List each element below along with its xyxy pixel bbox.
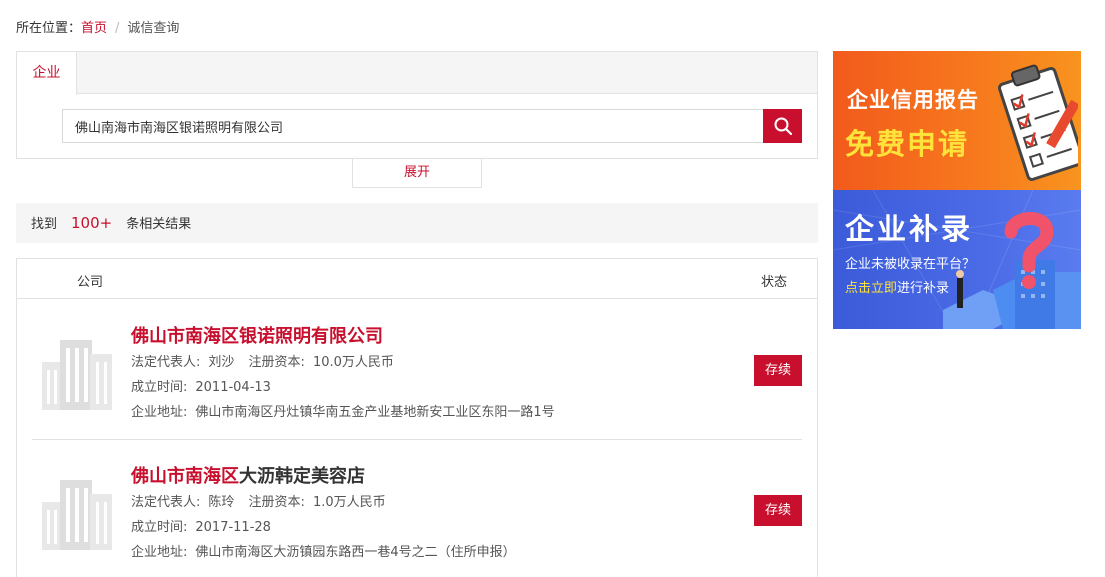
header-company: 公司 (77, 275, 104, 290)
company-address: 企业地址: 佛山市南海区丹灶镇华南五金产业基地新安工业区东阳一路1号 (131, 405, 555, 420)
company-legal-capital: 法定代表人: 刘沙 注册资本: 10.0万人民币 (131, 355, 394, 370)
tab-enterprise[interactable]: 企业 (17, 52, 77, 95)
credit-banner-title: 企业信用报告 (847, 88, 979, 112)
result-count-bar: 找到 100+ 条相关结果 (16, 203, 818, 243)
list-item: 佛山市南海区大沥韩定美容店 法定代表人: 陈玲 注册资本: 1.0万人民币 成立时间… (32, 440, 802, 577)
question-mark-icon (1004, 212, 1054, 289)
credit-report-banner[interactable]: 企业信用报告 免费申请 (833, 51, 1081, 190)
building-icon (42, 340, 112, 410)
building-icon (42, 480, 112, 550)
breadcrumb-separator: / (115, 21, 120, 36)
header-status: 状态 (760, 275, 787, 290)
result-found-suffix: 条相关结果 (126, 217, 192, 232)
breadcrumb-home-link[interactable]: 首页 (81, 21, 107, 36)
search-panel: 企业 (16, 51, 818, 159)
company-address: 企业地址: 佛山市南海区大沥镇园东路西一巷4号之二（住所申报） (131, 545, 516, 560)
supplement-banner[interactable]: 企业补录 企业未被收录在平台？ 点击立即进行补录 (833, 190, 1081, 329)
company-founded: 成立时间: 2017-11-28 (131, 520, 271, 535)
search-icon (774, 117, 792, 136)
tab-bar: 企业 (17, 52, 817, 95)
clipboard-checklist-icon (998, 64, 1078, 181)
result-list: 公司 状态 佛山市南海区银诺照明有限公司 法定代表人: 刘沙 注册资本: 10.0万… (16, 258, 818, 577)
list-header: 公司 状态 (17, 259, 817, 299)
breadcrumb-current: 诚信查询 (127, 21, 180, 36)
result-found-prefix: 找到 (31, 217, 58, 232)
expand-button[interactable]: 展开 (352, 159, 482, 188)
list-item: 佛山市南海区银诺照明有限公司 法定代表人: 刘沙 注册资本: 10.0万人民币 成立… (32, 300, 802, 440)
status-badge: 存续 (754, 495, 802, 526)
status-badge: 存续 (754, 355, 802, 386)
company-legal-capital: 法定代表人: 陈玲 注册资本: 1.0万人民币 (131, 495, 386, 510)
search-button[interactable] (763, 109, 802, 143)
credit-banner-subtitle: 免费申请 (845, 127, 970, 161)
supplement-banner-question: 企业未被收录在平台？ (845, 257, 976, 272)
breadcrumb-prefix: 所在位置： (16, 21, 82, 36)
supplement-banner-title: 企业补录 (845, 212, 974, 246)
search-input[interactable] (62, 109, 765, 143)
result-count: 100+ (71, 214, 113, 232)
company-name-link[interactable]: 佛山市南海区大沥韩定美容店 (131, 462, 365, 488)
company-name-link[interactable]: 佛山市南海区银诺照明有限公司 (131, 322, 383, 348)
company-founded: 成立时间: 2011-04-13 (131, 380, 271, 395)
supplement-banner-cta: 点击立即进行补录 (845, 281, 950, 296)
breadcrumb: 所在位置：首页 / 诚信查询 (16, 17, 179, 36)
